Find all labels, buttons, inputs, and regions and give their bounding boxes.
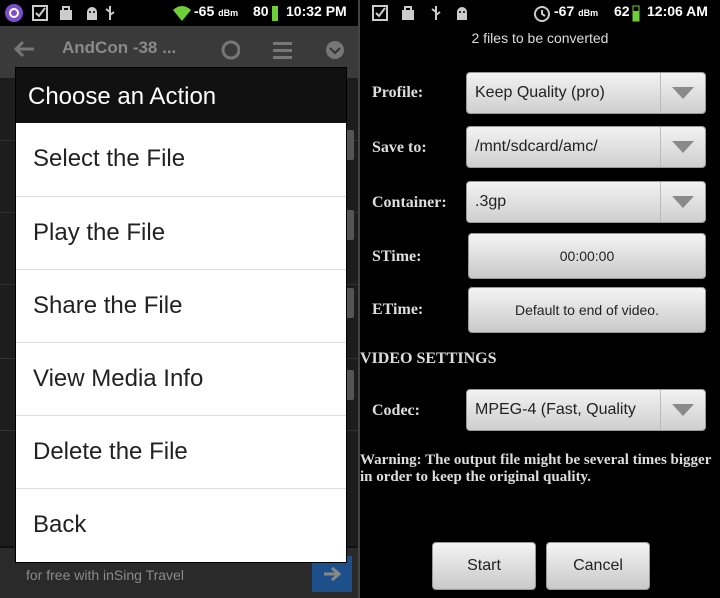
video-settings-heading: VIDEO SETTINGS: [360, 350, 497, 367]
battery-icon: [631, 3, 641, 23]
bag-notification-icon: [398, 3, 418, 23]
action-label: View Media Info: [33, 365, 204, 392]
profile-value: Keep Quality (pro): [475, 84, 605, 101]
stime-label: STime:: [372, 248, 422, 265]
save-to-value: /mnt/sdcard/amc/: [475, 138, 598, 155]
etime-label: ETime:: [372, 301, 424, 318]
start-button[interactable]: Start: [432, 542, 536, 590]
status-clock: 12:06 AM: [647, 3, 708, 19]
action-play-file[interactable]: Play the File: [16, 196, 346, 268]
dialog-header: Choose an Action: [16, 68, 346, 123]
action-back[interactable]: Back: [16, 488, 346, 560]
signal-strength: -65 dBm: [194, 3, 239, 19]
battery-level: 80: [253, 3, 269, 19]
action-share-file[interactable]: Share the File: [16, 269, 346, 341]
stime-button[interactable]: 00:00:00: [468, 233, 706, 279]
left-phone-screen: -65 dBm 80 10:32 PM AndCon -38 ... for f…: [0, 0, 360, 598]
android-debug-icon: [452, 3, 472, 23]
android-debug-icon: [82, 3, 102, 23]
dropdown-arrow-icon: [660, 127, 705, 167]
wifi-icon: [172, 3, 192, 23]
dropdown-arrow-icon: [660, 73, 705, 113]
menu-icon[interactable]: [272, 40, 292, 60]
action-view-media-info[interactable]: View Media Info: [16, 342, 346, 414]
save-to-select[interactable]: /mnt/sdcard/amc/: [466, 126, 706, 168]
alarm-clock-icon: [532, 3, 552, 23]
codec-label: Codec:: [372, 402, 420, 419]
dialog-title: Choose an Action: [28, 83, 217, 110]
action-select-file[interactable]: Select the File: [16, 123, 346, 195]
checkbox-notification-icon: [30, 3, 50, 23]
codec-value: MPEG-4 (Fast, Quality: [475, 401, 636, 418]
checkbox-notification-icon: [370, 3, 390, 23]
app-notification-icon: [4, 3, 24, 23]
battery-icon: [270, 3, 280, 23]
action-label: Share the File: [33, 292, 183, 319]
status-bar: -67 dBm 62 12:06 AM: [360, 0, 720, 26]
warning-text: Warning: The output file might be severa…: [360, 452, 712, 485]
bag-notification-icon: [56, 3, 76, 23]
ad-text: for free with inSing Travel: [26, 567, 184, 583]
profile-select[interactable]: Keep Quality (pro): [466, 72, 706, 114]
container-value: .3gp: [475, 193, 507, 210]
action-label: Delete the File: [33, 438, 188, 465]
codec-select[interactable]: MPEG-4 (Fast, Quality: [466, 389, 706, 431]
arrow-right-icon: [324, 566, 342, 582]
profile-label: Profile:: [372, 84, 424, 101]
signal-strength: -67 dBm: [554, 3, 599, 19]
dropdown-arrow-icon: [660, 390, 705, 430]
etime-button[interactable]: Default to end of video.: [468, 287, 706, 333]
dropdown-circle-icon[interactable]: [324, 40, 344, 60]
right-phone-screen: -67 dBm 62 12:06 AM 2 files to be conver…: [360, 0, 720, 598]
battery-level: 62: [614, 3, 630, 19]
back-arrow-icon[interactable]: [14, 40, 34, 60]
action-label: Back: [33, 511, 87, 538]
status-clock: 10:32 PM: [286, 3, 347, 19]
cancel-button[interactable]: Cancel: [546, 542, 650, 590]
dropdown-arrow-icon: [660, 182, 705, 222]
refresh-icon[interactable]: [220, 40, 240, 60]
usb-icon: [100, 3, 120, 23]
action-label: Select the File: [33, 145, 186, 172]
action-delete-file[interactable]: Delete the File: [16, 415, 346, 487]
container-label: Container:: [372, 194, 447, 211]
usb-icon: [426, 3, 446, 23]
status-bar: -65 dBm 80 10:32 PM: [0, 0, 360, 26]
container-select[interactable]: .3gp: [466, 181, 706, 223]
action-label: Play the File: [33, 219, 166, 246]
save-to-label: Save to:: [372, 139, 427, 156]
background-app-title: AndCon -38 ...: [62, 38, 177, 57]
choose-action-dialog: Choose an Action Select the File Play th…: [16, 68, 346, 562]
files-to-convert: 2 files to be converted: [471, 30, 609, 46]
